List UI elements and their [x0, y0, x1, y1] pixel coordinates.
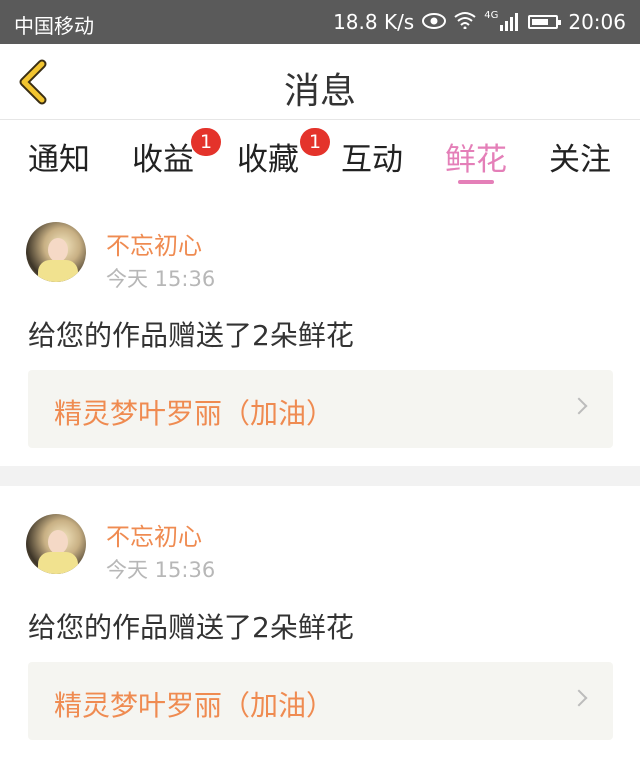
nav-bar: 消息 — [0, 44, 640, 120]
work-title: 精灵梦叶罗丽（加油） — [54, 397, 335, 430]
status-bar: 中国移动 18.8 K/s 4G 20:06 — [0, 0, 640, 44]
wifi-icon — [454, 10, 476, 34]
tab-notice[interactable]: 通知 — [19, 134, 99, 179]
signal-icon — [500, 13, 520, 31]
work-title: 精灵梦叶罗丽（加油） — [54, 689, 335, 722]
tab-label: 通知 — [28, 142, 90, 178]
message-card: 不忘初心 今天 15:36 给您的作品赠送了2朵鲜花 精灵梦叶罗丽（加油） — [0, 486, 640, 766]
message-text: 给您的作品赠送了2朵鲜花 — [28, 319, 354, 352]
unread-badge: 1 — [191, 128, 221, 156]
page-title: 消息 — [283, 71, 356, 112]
tab-favorites[interactable]: 收藏 1 — [228, 128, 330, 179]
tab-follow[interactable]: 关注 — [540, 134, 620, 179]
work-link[interactable]: 精灵梦叶罗丽（加油） — [28, 370, 613, 448]
message-time: 今天 15:36 — [106, 267, 216, 291]
tab-label: 收藏 — [237, 142, 299, 178]
eye-icon — [422, 10, 447, 34]
tab-flowers[interactable]: 鲜花 — [436, 134, 516, 179]
work-link[interactable]: 精灵梦叶罗丽（加油） — [28, 662, 613, 740]
tab-bar: 通知 收益 1 收藏 1 互动 鲜花 关注 — [0, 120, 640, 198]
status-right: 18.8 K/s 4G 20:06 — [333, 9, 626, 35]
tab-label: 鲜花 — [445, 142, 507, 178]
chevron-right-icon — [570, 689, 588, 707]
avatar[interactable] — [26, 222, 86, 282]
avatar[interactable] — [26, 514, 86, 574]
sender-name[interactable]: 不忘初心 — [106, 517, 202, 552]
network-type: 4G — [484, 9, 499, 21]
active-tab-indicator — [458, 180, 494, 184]
message-time: 今天 15:36 — [106, 558, 216, 582]
unread-badge: 1 — [300, 128, 330, 156]
tab-interaction[interactable]: 互动 — [332, 134, 412, 179]
tab-earnings[interactable]: 收益 1 — [123, 128, 221, 179]
carrier-label: 中国移动 — [14, 14, 94, 38]
message-text: 给您的作品赠送了2朵鲜花 — [28, 611, 354, 644]
tab-label: 关注 — [549, 142, 611, 178]
section-divider — [0, 466, 640, 486]
tab-label: 互动 — [341, 142, 403, 178]
tab-label: 收益 — [132, 142, 194, 178]
chevron-right-icon — [570, 397, 588, 415]
sender-name[interactable]: 不忘初心 — [106, 226, 202, 261]
network-speed: 18.8 K/s — [333, 10, 415, 34]
clock: 20:06 — [568, 10, 626, 34]
battery-icon — [528, 15, 562, 29]
message-card: 不忘初心 今天 15:36 给您的作品赠送了2朵鲜花 精灵梦叶罗丽（加油） — [0, 200, 640, 480]
